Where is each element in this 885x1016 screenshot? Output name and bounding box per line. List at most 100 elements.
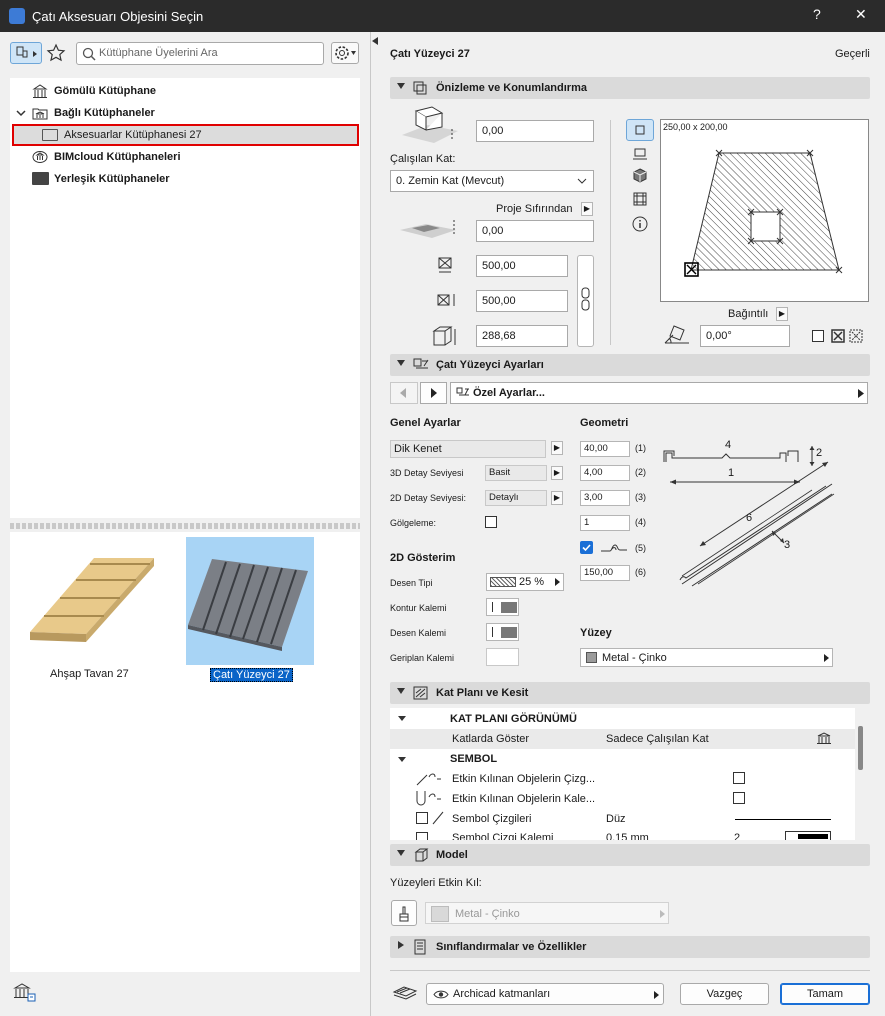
table-scrollbar[interactable]: [858, 726, 863, 770]
section-model-header[interactable]: Model: [390, 844, 870, 866]
width-field[interactable]: 500,00: [476, 255, 568, 277]
row-value: 0,15 mm: [606, 832, 649, 840]
row-checkbox[interactable]: [733, 772, 745, 784]
detail3d-select[interactable]: Basit: [485, 465, 547, 481]
mirror-checkbox[interactable]: [812, 330, 824, 342]
plan-view-icon[interactable]: [626, 119, 654, 141]
section-classif-header[interactable]: Sınıflandırmalar ve Özellikler: [390, 936, 870, 958]
section-title: Çatı Yüzeyci Ayarları: [436, 359, 544, 371]
offset-icon: [398, 105, 464, 152]
info-icon[interactable]: [632, 216, 648, 235]
geom-field-1[interactable]: 40,00: [580, 441, 630, 457]
story-label: Çalışılan Kat:: [390, 153, 456, 165]
height-field[interactable]: 288,68: [476, 325, 568, 347]
bg-pen-picker[interactable]: [486, 648, 519, 666]
favorites-star-icon[interactable]: [46, 43, 66, 63]
help-button[interactable]: ?: [813, 6, 821, 22]
length-icon: [437, 292, 459, 311]
shadow-checkbox[interactable]: [485, 516, 497, 528]
detail2d-arrow[interactable]: ▶: [551, 491, 563, 505]
pane-divider[interactable]: [370, 32, 371, 1016]
surface-swatch-icon: [586, 652, 597, 663]
tree-item-builtin[interactable]: Yerleşik Kütüphaneler: [54, 169, 170, 189]
angle-field[interactable]: 0,00°: [700, 325, 790, 347]
pattern-type-select[interactable]: 25 %: [486, 573, 564, 591]
story-icon: [816, 731, 832, 748]
story-select[interactable]: 0. Zemin Kat (Mevcut): [390, 170, 594, 192]
search-input[interactable]: Kütüphane Üyelerini Ara: [76, 42, 324, 65]
length-field[interactable]: 500,00: [476, 290, 568, 312]
library-view-icon[interactable]: [10, 42, 42, 64]
chevron-down-icon[interactable]: [16, 108, 26, 121]
preview-canvas[interactable]: 250,00 x 200,00: [660, 119, 869, 302]
prev-page-button[interactable]: [390, 382, 418, 404]
pattern-pen-picker[interactable]: [486, 623, 519, 641]
geom-field-3[interactable]: 3,00: [580, 490, 630, 506]
cancel-button[interactable]: Vazgeç: [680, 983, 769, 1005]
diagram-label-2: 2: [816, 447, 823, 459]
section-preview-header[interactable]: Önizleme ve Konumlandırma: [390, 77, 870, 99]
brush-icon[interactable]: [391, 900, 417, 926]
chevron-down-icon[interactable]: [397, 714, 407, 726]
wood-ceiling-thumbnail[interactable]: [24, 550, 156, 653]
mirror-dashed-icon[interactable]: [849, 329, 863, 346]
row-label: Etkin Kılınan Objelerin Çizg...: [452, 773, 596, 785]
close-button[interactable]: ✕: [855, 6, 867, 23]
offset-field[interactable]: 0,00: [476, 120, 594, 142]
geom-field-4[interactable]: 1: [580, 515, 630, 531]
contour-pen-picker[interactable]: [486, 598, 519, 616]
geom-checkbox-5[interactable]: [580, 541, 593, 554]
model-surface-select[interactable]: Metal - Çinko: [425, 902, 669, 924]
row-value[interactable]: Düz: [606, 813, 626, 825]
row-checkbox[interactable]: [416, 812, 428, 824]
surface-select[interactable]: Metal - Çinko: [580, 648, 833, 667]
diagram-label-6: 6: [746, 512, 753, 524]
height-icon: [432, 325, 458, 350]
project-zero-field[interactable]: 0,00: [476, 220, 594, 242]
rotation-angle-icon: [662, 323, 694, 352]
collapse-left-icon[interactable]: [372, 36, 378, 48]
pattern-type-label: Desen Tipi: [390, 578, 433, 588]
library-manager-icon[interactable]: [12, 982, 38, 1007]
roof-cladding-thumbnail[interactable]: [186, 537, 314, 665]
page-select[interactable]: Özel Ayarlar...: [450, 382, 868, 404]
general-select[interactable]: Dik Kenet: [390, 440, 546, 458]
geom-index-3: (3): [635, 492, 646, 502]
list-view-icon[interactable]: [632, 191, 648, 210]
tree-item-embedded[interactable]: Gömülü Kütüphane: [54, 81, 156, 101]
thumb-label-selected: Çatı Yüzeyci 27: [210, 668, 293, 682]
layer-icon: [392, 984, 418, 1005]
general-arrow[interactable]: ▶: [551, 441, 563, 455]
pen-cursor-icon: [415, 789, 443, 810]
pattern-pen-label: Desen Kalemi: [390, 628, 447, 638]
geom-field-6[interactable]: 150,00: [580, 565, 630, 581]
layer-select[interactable]: Archicad katmanları: [426, 983, 664, 1005]
link-chain-icon[interactable]: [577, 255, 594, 347]
builtin-folder-icon: [32, 172, 49, 185]
mirror-icon[interactable]: [831, 329, 845, 346]
detail3d-arrow[interactable]: ▶: [551, 466, 563, 480]
surface-title: Yüzey: [580, 627, 612, 639]
ok-button[interactable]: Tamam: [780, 983, 870, 1005]
splitter[interactable]: [10, 523, 360, 529]
section-floorplan-header[interactable]: Kat Planı ve Kesit: [390, 682, 870, 704]
3d-view-icon[interactable]: [632, 168, 648, 187]
group-floorplan: KAT PLANI GÖRÜNÜMÜ: [450, 713, 577, 725]
section-settings-header[interactable]: Çatı Yüzeyci Ayarları: [390, 354, 870, 376]
tree-item-bimcloud[interactable]: BIMcloud Kütüphaneleri: [54, 147, 181, 167]
settings-gear-icon[interactable]: [331, 42, 359, 64]
tree-item-accessories[interactable]: Aksesuarlar Kütüphanesi 27: [64, 129, 202, 141]
line-cursor-icon: [415, 769, 443, 790]
detail2d-select[interactable]: Detaylı: [485, 490, 547, 506]
row-value[interactable]: Sadece Çalışılan Kat: [606, 733, 709, 745]
geom-field-2[interactable]: 4,00: [580, 465, 630, 481]
table-row-partial: Sembol Çizgi Kalemi 0,15 mm 2: [390, 831, 855, 840]
next-page-button[interactable]: [420, 382, 447, 404]
chevron-down-icon[interactable]: [397, 755, 407, 767]
project-zero-arrow[interactable]: ▶: [581, 202, 593, 216]
tree-item-linked[interactable]: Bağlı Kütüphaneler: [54, 103, 155, 123]
section-title: Kat Planı ve Kesit: [436, 687, 529, 699]
section-view-icon[interactable]: [632, 146, 648, 165]
row-checkbox[interactable]: [733, 792, 745, 804]
relative-arrow[interactable]: ▶: [776, 307, 788, 321]
